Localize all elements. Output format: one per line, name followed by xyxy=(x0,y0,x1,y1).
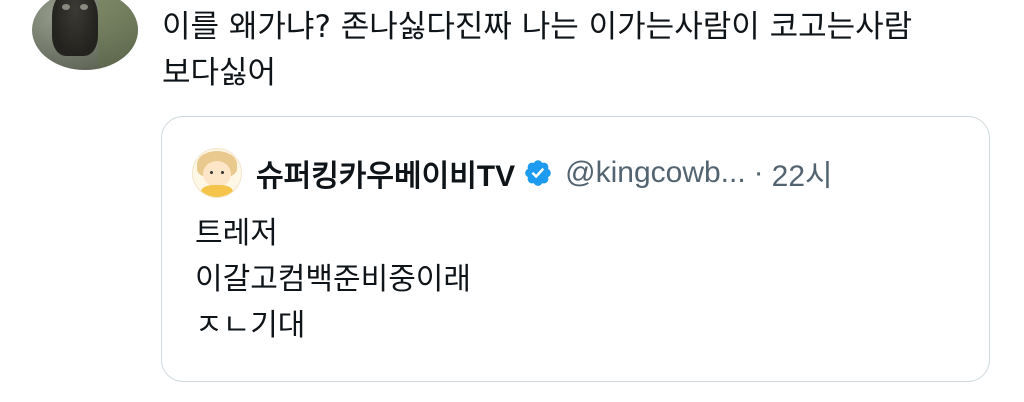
tweet-author-avatar[interactable] xyxy=(32,0,138,70)
quoted-tweet-text: 트레저 이갈고컴백준비중이래 ㅈㄴ기대 xyxy=(195,216,471,343)
quoted-tweet-time[interactable]: 22시 xyxy=(772,151,833,195)
separator-dot: · xyxy=(753,156,764,189)
verified-badge-icon xyxy=(525,160,551,186)
quoted-tweet-header: 슈퍼킹카우베이비TV @kingcowb... · 22시 xyxy=(192,147,833,199)
avatar-background xyxy=(98,0,138,70)
quoted-tweet-card[interactable]: 슈퍼킹카우베이비TV @kingcowb... · 22시 트레저 이갈고컴백준… xyxy=(161,116,990,382)
tweet: 이를 왜가냐? 존나싫다진짜 나는 이가는사람이 코고는사람 보다싫어 슈퍼킹카… xyxy=(0,0,1024,402)
avatar-dog-image xyxy=(52,0,98,56)
tweet-text: 이를 왜가냐? 존나싫다진짜 나는 이가는사람이 코고는사람 보다싫어 xyxy=(162,9,913,91)
quoted-author-avatar[interactable] xyxy=(192,148,242,198)
quoted-author-handle[interactable]: @kingcowb... xyxy=(565,156,746,190)
quoted-author-name[interactable]: 슈퍼킹카우베이비TV xyxy=(256,151,515,195)
